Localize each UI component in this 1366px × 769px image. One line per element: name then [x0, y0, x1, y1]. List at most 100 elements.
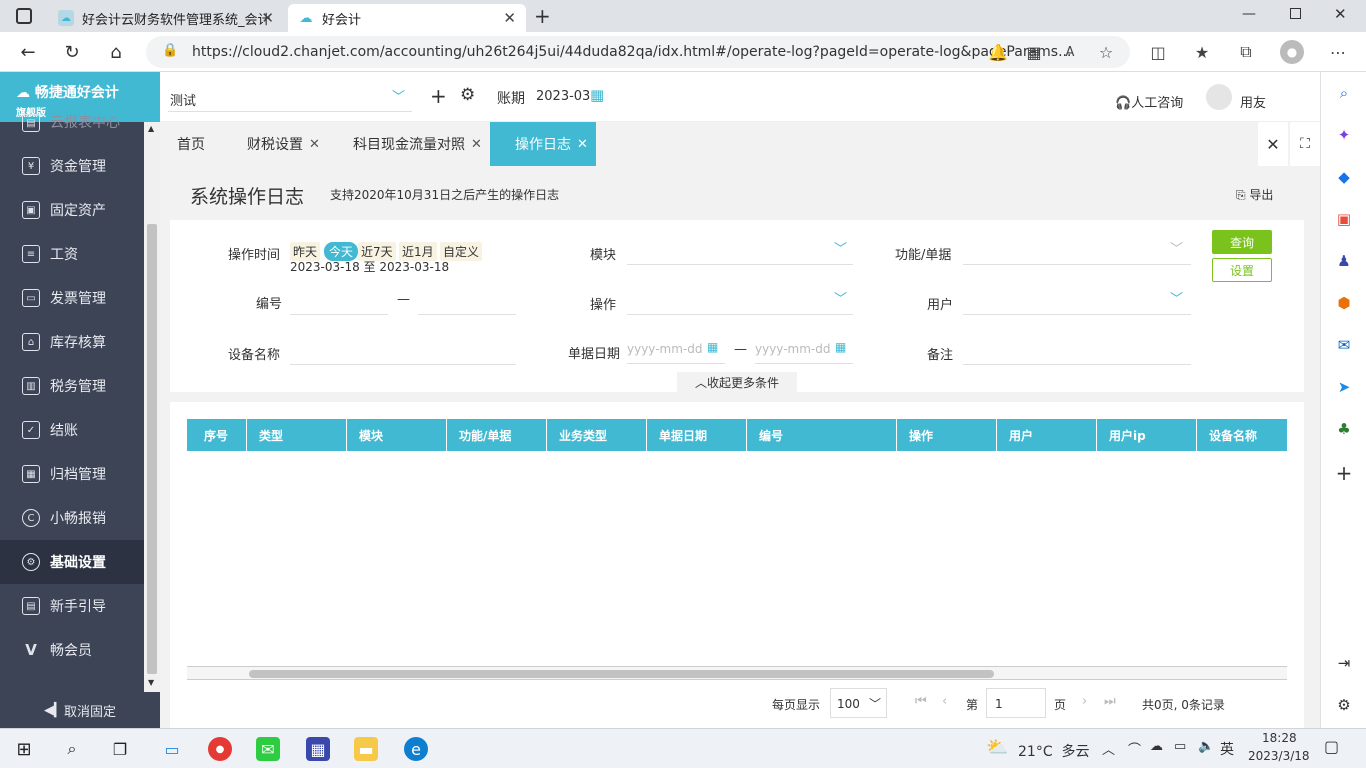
close-all-tabs-icon[interactable]: ✕ [1258, 122, 1288, 166]
device-input[interactable] [290, 364, 516, 365]
collapse-conditions-button[interactable]: ︿ 收起更多条件 [677, 372, 797, 392]
notification-center-icon[interactable]: ▢ [1324, 737, 1339, 756]
tab-actions-icon[interactable] [16, 8, 32, 24]
volume-icon[interactable]: 🔈 [1198, 739, 1214, 754]
remark-input[interactable] [963, 364, 1191, 365]
sidebar-item-membership[interactable]: V 畅会员 [0, 628, 144, 672]
split-screen-icon[interactable]: ◫ [1146, 40, 1170, 64]
sidebar-item-invoice[interactable]: ▭ 发票管理 [0, 276, 144, 320]
file-explorer-icon[interactable]: ▬ [354, 737, 378, 761]
fullscreen-icon[interactable]: ⛶ [1290, 122, 1320, 166]
read-aloud-icon[interactable]: A [1058, 40, 1082, 64]
copilot-icon[interactable]: ✦ [1333, 124, 1355, 146]
sidebar-item-report-center[interactable]: ▤ 云报表中心 [0, 112, 144, 132]
apps-icon[interactable]: ▦ [1022, 40, 1046, 64]
calculator-app-icon[interactable]: ▦ [306, 737, 330, 761]
toolbox-icon[interactable]: ▣ [1333, 208, 1355, 230]
module-select[interactable] [627, 264, 853, 265]
tab-home[interactable]: 首页 [177, 122, 205, 166]
wechat-icon[interactable]: ✉ [256, 737, 280, 761]
tab-tax-settings[interactable]: 财税设置 ✕ [247, 122, 320, 166]
weather-text[interactable]: 21°C 多云 [1018, 741, 1090, 761]
add-icon[interactable]: + [430, 84, 447, 108]
code-from-input[interactable] [290, 314, 388, 315]
first-page-icon[interactable]: ⏮ [915, 694, 927, 709]
avatar[interactable] [1206, 84, 1232, 110]
gear-icon[interactable]: ⚙ [1333, 694, 1355, 716]
shopping-icon[interactable]: ◆ [1333, 166, 1355, 188]
weather-icon[interactable]: ⛅ [986, 737, 1008, 758]
sidebar-item-closing[interactable]: ✓ 结账 [0, 408, 144, 452]
back-icon[interactable]: ← [16, 40, 40, 64]
next-page-icon[interactable]: › [1082, 694, 1087, 709]
restore-icon[interactable] [1290, 8, 1301, 19]
chrome-icon[interactable]: ● [208, 737, 232, 761]
tab-cashflow-mapping[interactable]: 科目现金流量对照 ✕ [353, 122, 482, 166]
sidebar-item-payroll[interactable]: ≡ 工资 [0, 232, 144, 276]
notifications-icon[interactable]: 🔔 [986, 40, 1010, 64]
sidebar-toggle-icon[interactable]: ⇥ [1333, 652, 1355, 674]
windows-start-icon[interactable]: ⊞ [12, 737, 36, 761]
page-input[interactable]: 1 [986, 688, 1046, 718]
scroll-up-icon[interactable]: ▲ [148, 124, 154, 133]
cloud-icon[interactable]: ☁ [1150, 739, 1163, 754]
home-icon[interactable]: ⌂ [104, 40, 128, 64]
close-tab-icon[interactable]: ✕ [261, 9, 274, 27]
office-icon[interactable]: ⬢ [1333, 292, 1355, 314]
prev-page-icon[interactable]: ‹ [942, 694, 947, 709]
query-button[interactable]: 查询 [1212, 230, 1272, 254]
last-page-icon[interactable]: ⏭ [1104, 694, 1116, 709]
profile-icon[interactable]: ● [1280, 40, 1304, 64]
url-field[interactable]: 🔒 https://cloud2.chanjet.com/accounting/… [146, 36, 1130, 68]
task-view-icon[interactable]: ❐ [108, 737, 132, 761]
scroll-down-icon[interactable]: ▼ [148, 678, 154, 687]
sidebar-item-inventory[interactable]: ⌂ 库存核算 [0, 320, 144, 364]
browser-tab-1[interactable]: ☁ 好会计云财务软件管理系统_会计 ✕ [48, 4, 284, 32]
edge-icon[interactable]: e [404, 737, 428, 761]
battery-icon[interactable]: ▭ [1174, 739, 1186, 754]
period-value[interactable]: 2023-03 [536, 89, 590, 104]
user-select[interactable] [963, 314, 1191, 315]
settings-button[interactable]: 设置 [1212, 258, 1272, 282]
chevron-up-icon[interactable]: ︿ [1102, 739, 1115, 758]
close-icon[interactable]: ✕ [309, 137, 320, 152]
company-select[interactable]: 测试 ﹀ [168, 80, 412, 112]
docdate-to-input[interactable]: yyyy-mm-dd ▦ [755, 340, 853, 364]
sidebar-item-tax[interactable]: ▥ 税务管理 [0, 364, 144, 408]
table-scroll-thumb[interactable] [249, 670, 994, 678]
tab-operate-log[interactable]: 操作日志 ✕ [490, 122, 596, 166]
calendar-icon[interactable]: ▦ [590, 86, 604, 104]
sidebar-item-fixed-assets[interactable]: ▣ 固定资产 [0, 188, 144, 232]
telegram-icon[interactable]: ➤ [1333, 376, 1355, 398]
favorites-icon[interactable]: ★ [1190, 40, 1214, 64]
search-icon[interactable]: ⌕ [1333, 82, 1355, 104]
close-icon[interactable]: ✕ [471, 137, 482, 152]
close-tab-icon[interactable]: ✕ [503, 9, 516, 27]
reload-icon[interactable]: ↻ [60, 40, 84, 64]
close-icon[interactable]: ✕ [577, 137, 588, 152]
gear-icon[interactable]: ⚙ [460, 85, 475, 105]
browser-tab-2[interactable]: ☁ 好会计 ✕ [288, 4, 526, 32]
code-to-input[interactable] [418, 314, 516, 315]
sidebar-item-funds[interactable]: ¥ 资金管理 [0, 144, 144, 188]
sidebar-item-basic-settings[interactable]: ⚙ 基础设置 [0, 540, 144, 584]
outlook-icon[interactable]: ✉ [1333, 334, 1355, 356]
add-icon[interactable]: + [1333, 461, 1355, 485]
sidebar-item-guide[interactable]: ▤ 新手引导 [0, 584, 144, 628]
per-page-select[interactable]: 100 ﹀ [830, 688, 887, 718]
consult-button[interactable]: 🎧人工咨询 [1115, 92, 1183, 111]
clock-time[interactable]: 18:28 [1262, 731, 1297, 745]
clock-date[interactable]: 2023/3/18 [1248, 749, 1310, 763]
search-icon[interactable]: ⌕ [60, 737, 84, 761]
favorite-icon[interactable]: ☆ [1094, 40, 1118, 64]
unpin-button[interactable]: ◀▎ 取消固定 [0, 692, 160, 728]
docdate-from-input[interactable]: yyyy-mm-dd ▦ [627, 340, 725, 364]
export-button[interactable]: ⎘ 导出 [1236, 186, 1273, 203]
explorer-app-icon[interactable]: ▭ [160, 737, 184, 761]
network-icon[interactable]: ⌒ [1128, 739, 1141, 758]
new-tab-icon[interactable]: + [534, 4, 551, 28]
games-icon[interactable]: ♟ [1333, 250, 1355, 272]
ime-indicator[interactable]: 英 [1220, 739, 1234, 759]
date-range[interactable]: 2023-03-18 至 2023-03-18 [290, 258, 449, 275]
more-icon[interactable]: ⋯ [1326, 40, 1350, 64]
